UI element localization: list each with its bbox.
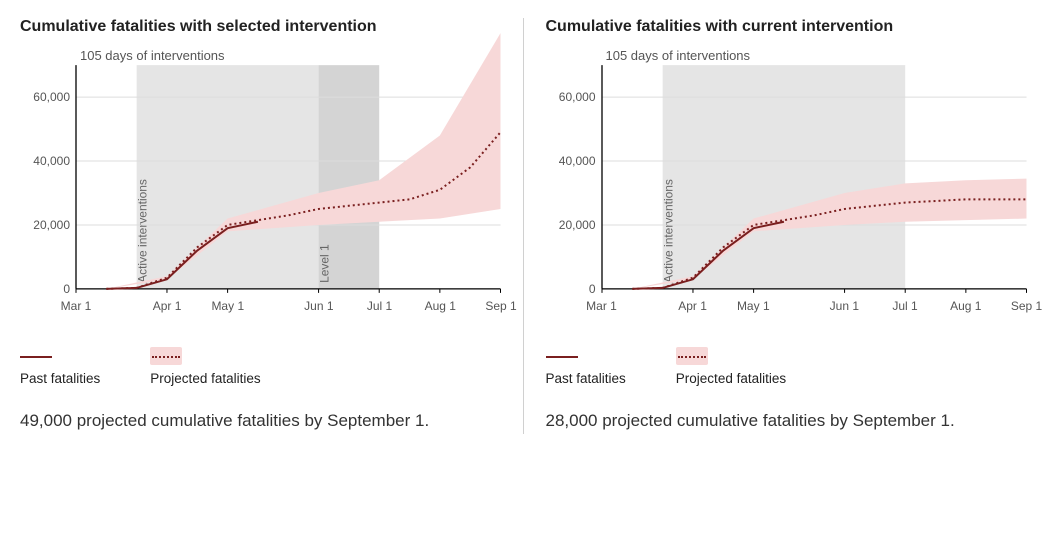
legend-swatch-dotted-icon <box>676 347 708 365</box>
panel-selected-intervention: Cumulative fatalities with selected inte… <box>20 18 501 434</box>
legend-label-past: Past fatalities <box>20 371 100 386</box>
legend-left: Past fatalities Projected fatalities <box>20 347 501 386</box>
svg-text:Active interventions: Active interventions <box>136 179 150 283</box>
chart-right: 020,00040,00060,000 Active interventions <box>602 65 1027 295</box>
chart-title-left: Cumulative fatalities with selected inte… <box>20 18 501 36</box>
summary-left: 49,000 projected cumulative fatalities b… <box>20 408 501 434</box>
x-axis-labels-left: Mar 1Apr 1May 1Jun 1Jul 1Aug 1Sep 1 <box>76 299 501 317</box>
x-axis-labels-right: Mar 1Apr 1May 1Jun 1Jul 1Aug 1Sep 1 <box>602 299 1027 317</box>
chart-svg-left: Active interventions Level 1 <box>76 65 501 295</box>
panel-divider <box>523 18 524 434</box>
chart-svg-right: Active interventions <box>602 65 1027 295</box>
legend-item-projected: Projected fatalities <box>150 347 260 386</box>
panel-current-intervention: Cumulative fatalities with current inter… <box>546 18 1027 434</box>
legend-swatch-solid-icon <box>546 347 578 365</box>
chart-left: 020,00040,00060,000 Active interventions… <box>76 65 501 295</box>
legend-item-projected: Projected fatalities <box>676 347 786 386</box>
summary-right: 28,000 projected cumulative fatalities b… <box>546 408 1027 434</box>
legend-right: Past fatalities Projected fatalities <box>546 347 1027 386</box>
svg-text:Level 1: Level 1 <box>318 244 332 283</box>
y-axis-labels: 020,00040,00060,000 <box>20 65 70 295</box>
legend-label-projected: Projected fatalities <box>676 371 786 386</box>
legend-swatch-solid-icon <box>20 347 52 365</box>
legend-swatch-dotted-icon <box>150 347 182 365</box>
y-axis-labels: 020,00040,00060,000 <box>546 65 596 295</box>
svg-text:Active interventions: Active interventions <box>661 179 675 283</box>
legend-item-past: Past fatalities <box>20 347 100 386</box>
intervention-duration-label: 105 days of interventions <box>606 48 1027 63</box>
chart-title-right: Cumulative fatalities with current inter… <box>546 18 1027 36</box>
legend-label-past: Past fatalities <box>546 371 626 386</box>
intervention-duration-label: 105 days of interventions <box>80 48 501 63</box>
legend-label-projected: Projected fatalities <box>150 371 260 386</box>
legend-item-past: Past fatalities <box>546 347 626 386</box>
